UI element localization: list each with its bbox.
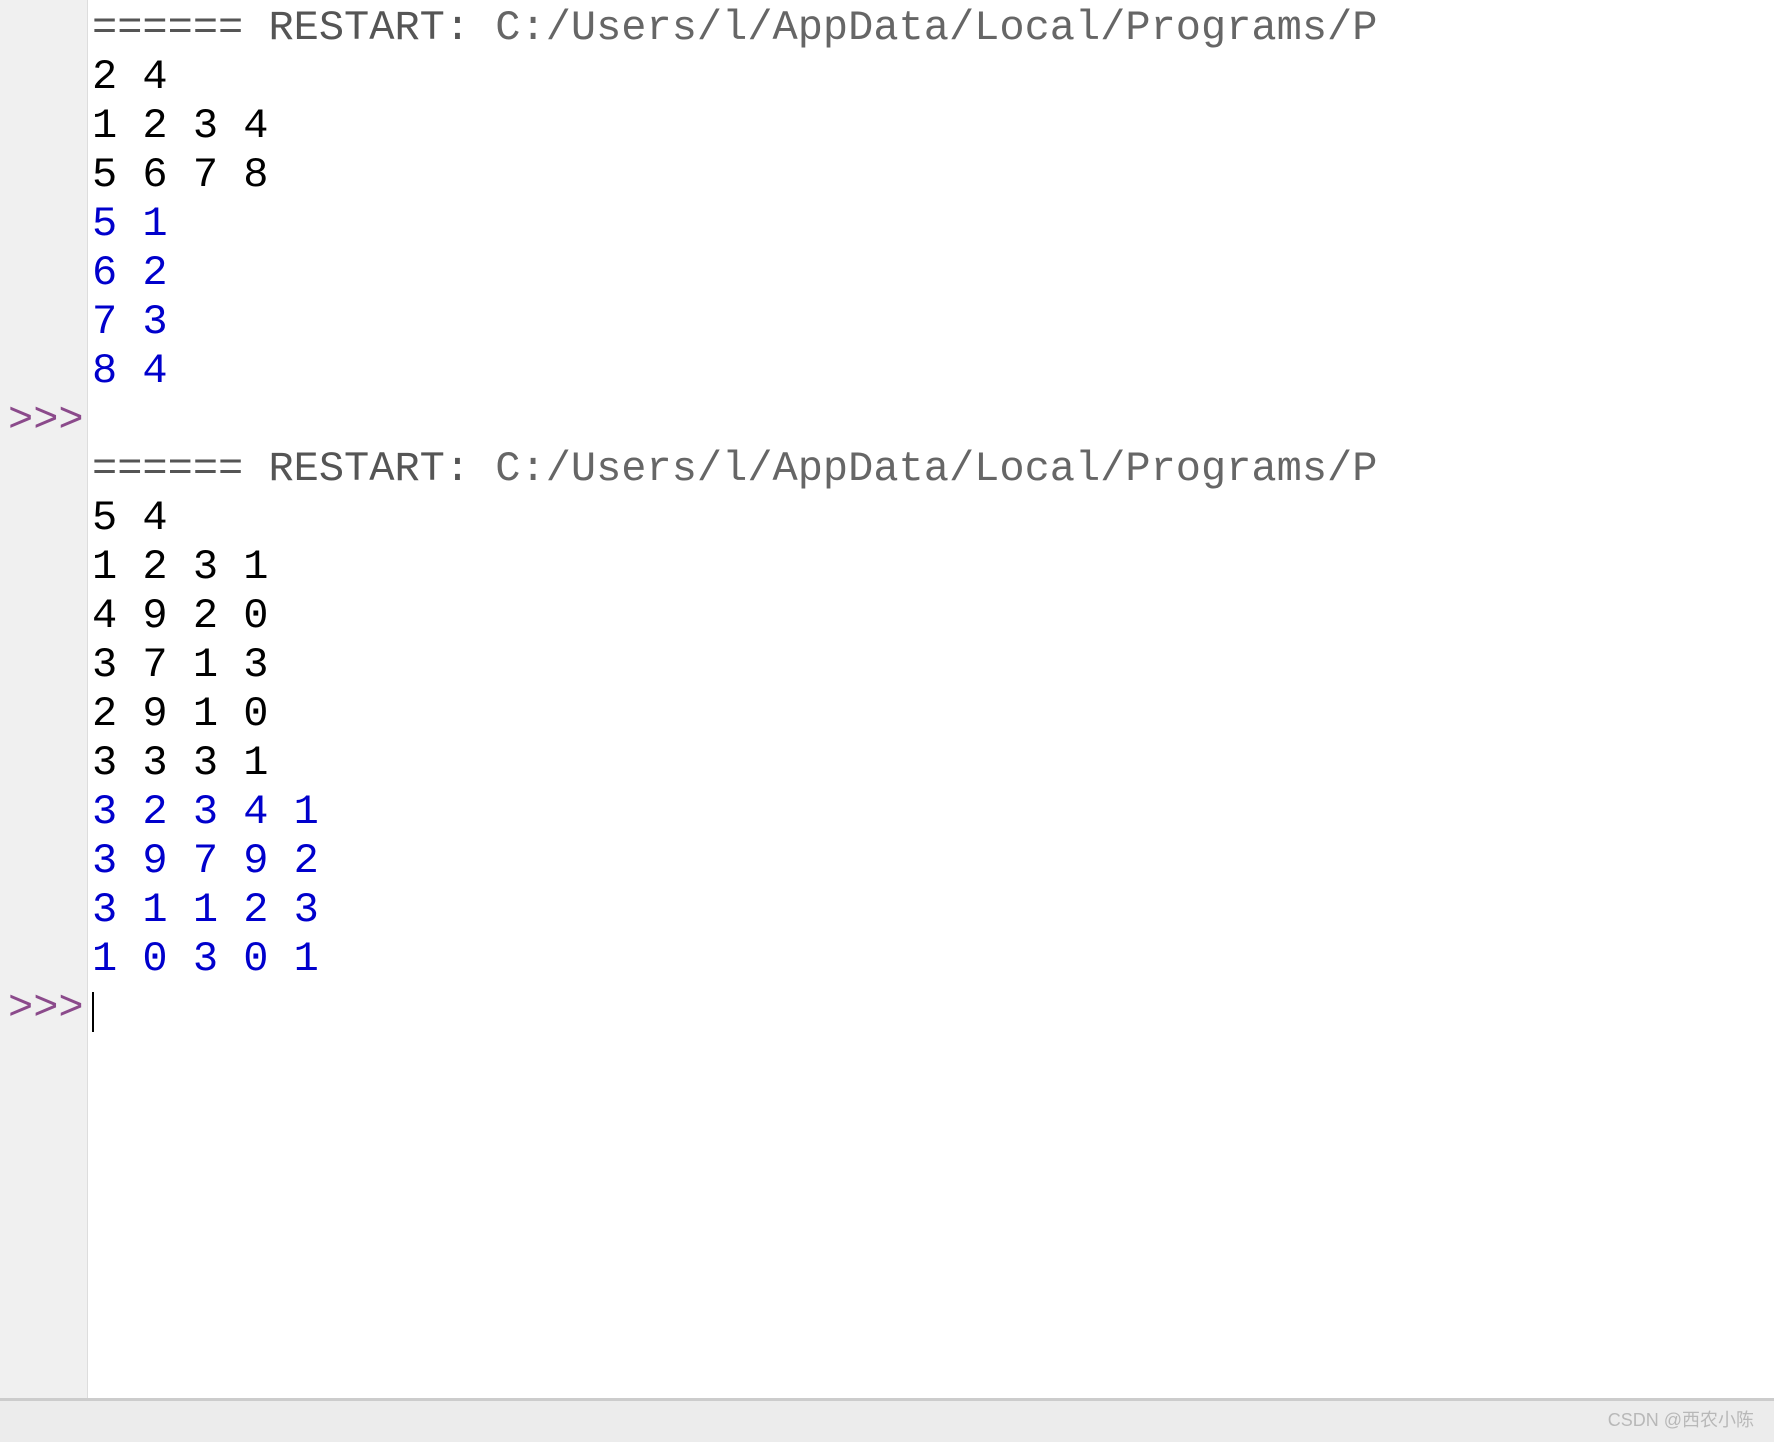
user-input-line: 3 3 3 1 [92, 739, 1774, 788]
gutter-spacer [0, 200, 87, 249]
gutter-spacer [0, 592, 87, 641]
user-input-line: 3 7 1 3 [92, 641, 1774, 690]
python-shell-window: >>> >>> ====== RESTART: C:/Users/l/AppDa… [0, 0, 1774, 1400]
gutter-spacer [0, 837, 87, 886]
gutter-spacer [0, 102, 87, 151]
gutter-spacer [0, 788, 87, 837]
gutter-spacer [0, 151, 87, 200]
restart-label: RESTART: [243, 445, 495, 493]
gutter-spacer [0, 690, 87, 739]
restart-path: C:/Users/l/AppData/Local/Programs/P [495, 445, 1377, 493]
gutter-spacer [0, 886, 87, 935]
user-input-line: 4 9 2 0 [92, 592, 1774, 641]
gutter-spacer [0, 641, 87, 690]
program-output-line: 7 3 [92, 298, 1774, 347]
user-input-line: 1 2 3 1 [92, 543, 1774, 592]
program-output-line: 3 1 1 2 3 [92, 886, 1774, 935]
gutter-spacer [0, 543, 87, 592]
shell-prompt: >>> [0, 984, 87, 1033]
gutter-spacer [0, 739, 87, 788]
restart-prefix: ====== [92, 4, 243, 52]
restart-banner: ====== RESTART: C:/Users/l/AppData/Local… [92, 445, 1774, 494]
prompt-gutter: >>> >>> [0, 0, 88, 1398]
shell-prompt: >>> [0, 396, 87, 445]
cursor-line[interactable] [92, 984, 1774, 1033]
gutter-spacer [0, 249, 87, 298]
program-output-line: 8 4 [92, 347, 1774, 396]
blank-line [92, 396, 1774, 445]
user-input-line: 2 9 1 0 [92, 690, 1774, 739]
program-output-line: 3 9 7 9 2 [92, 837, 1774, 886]
user-input-line: 2 4 [92, 53, 1774, 102]
gutter-spacer [0, 494, 87, 543]
watermark-text: CSDN @西农小陈 [1608, 1406, 1754, 1432]
program-output-line: 3 2 3 4 1 [92, 788, 1774, 837]
gutter-spacer [0, 445, 87, 494]
text-cursor [92, 992, 94, 1032]
user-input-line: 5 6 7 8 [92, 151, 1774, 200]
program-output-line: 1 0 3 0 1 [92, 935, 1774, 984]
gutter-spacer [0, 935, 87, 984]
gutter-spacer [0, 4, 87, 53]
restart-banner: ====== RESTART: C:/Users/l/AppData/Local… [92, 4, 1774, 53]
user-input-line: 5 4 [92, 494, 1774, 543]
user-input-line: 1 2 3 4 [92, 102, 1774, 151]
program-output-line: 5 1 [92, 200, 1774, 249]
restart-path: C:/Users/l/AppData/Local/Programs/P [495, 4, 1377, 52]
restart-prefix: ====== [92, 445, 243, 493]
shell-output-area[interactable]: ====== RESTART: C:/Users/l/AppData/Local… [88, 0, 1774, 1398]
gutter-spacer [0, 298, 87, 347]
gutter-spacer [0, 347, 87, 396]
status-bar [0, 1400, 1774, 1442]
gutter-spacer [0, 53, 87, 102]
program-output-line: 6 2 [92, 249, 1774, 298]
restart-label: RESTART: [243, 4, 495, 52]
